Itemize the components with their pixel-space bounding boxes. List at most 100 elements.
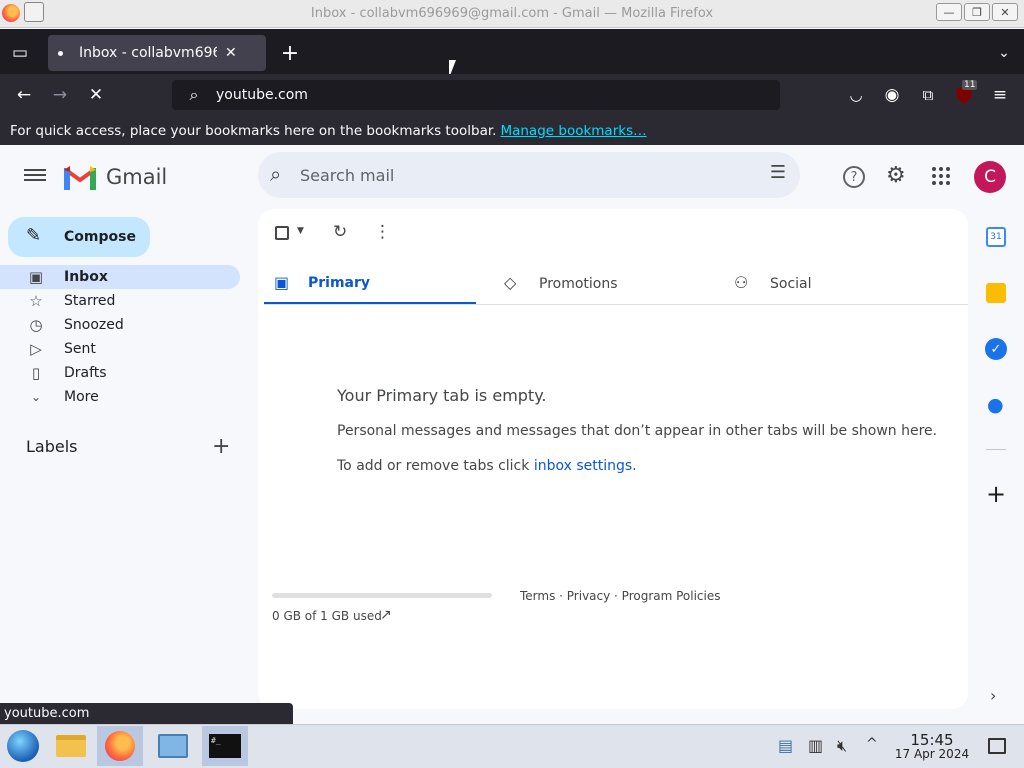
minimize-button[interactable]: — — [936, 3, 962, 21]
tasks-icon[interactable]: ✓ — [985, 338, 1007, 360]
clipboard-tray-icon[interactable]: ▤ — [778, 736, 793, 755]
tab-label: Primary — [308, 274, 371, 291]
sidebar-item-inbox[interactable]: ▣ Inbox — [0, 265, 240, 289]
terminal-icon[interactable]: #_ — [202, 726, 248, 766]
sidebar-item-label: Starred — [64, 293, 116, 309]
more-options-icon[interactable]: ⋮ — [374, 222, 391, 242]
sidebar-item-label: Snoozed — [64, 317, 124, 333]
sidebar-item-label: Inbox — [64, 269, 108, 285]
google-apps-icon[interactable] — [932, 167, 950, 185]
empty-hint-suffix: . — [632, 458, 637, 474]
tab-label: Promotions — [539, 276, 618, 292]
url-bar[interactable]: ⌕ youtube.com — [172, 80, 780, 110]
tab-primary[interactable]: ▣ Primary — [264, 263, 476, 305]
draft-icon: ▯ — [31, 364, 41, 382]
link-status-preview: youtube.com — [0, 703, 293, 724]
stop-loading-icon[interactable]: ✕ — [84, 83, 108, 107]
sidebar-item-starred[interactable]: ☆ Starred — [0, 289, 240, 313]
contacts-icon[interactable]: ● — [987, 394, 1004, 416]
browser-tab[interactable]: Inbox - collabvm696969@gmail.com ✕ — [48, 35, 266, 71]
battery-tray-icon[interactable]: ▥ — [808, 736, 823, 755]
window-titlebar: Inbox - collabvm696969@gmail.com - Gmail… — [0, 0, 1024, 28]
tab-loading-icon — [58, 50, 63, 56]
help-icon[interactable]: ? — [843, 166, 865, 188]
select-dropdown-icon[interactable]: ▼ — [297, 226, 304, 236]
calendar-icon[interactable]: 31 — [986, 227, 1006, 247]
inbox-icon: ▣ — [274, 273, 290, 292]
file-manager-icon[interactable] — [48, 726, 94, 766]
hamburger-menu-icon[interactable]: ≡ — [988, 83, 1012, 107]
refresh-icon[interactable]: ↻ — [333, 222, 347, 242]
send-icon: ▷ — [30, 340, 42, 358]
create-label-icon[interactable]: + — [212, 434, 230, 459]
tab-social[interactable]: ⚇ Social — [726, 263, 956, 305]
settings-gear-icon[interactable]: ⚙ — [886, 163, 906, 188]
search-mail-input[interactable]: ⌕ Search mail ☰ — [258, 152, 800, 198]
tab-promotions[interactable]: ◇ Promotions — [496, 263, 716, 305]
firefox-taskbar-icon[interactable] — [97, 726, 143, 766]
tag-icon: ◇ — [504, 273, 517, 292]
search-icon[interactable]: ⌕ — [270, 162, 281, 186]
get-addons-icon[interactable]: + — [986, 480, 1006, 508]
search-placeholder: Search mail — [300, 165, 395, 185]
sidebar-item-more[interactable]: ⌄ More — [0, 385, 240, 409]
url-text: youtube.com — [216, 87, 308, 103]
search-icon: ⌕ — [189, 85, 199, 104]
forward-icon[interactable]: → — [48, 83, 72, 107]
side-panel-divider — [986, 449, 1006, 450]
sidebar-item-sent[interactable]: ▷ Sent — [0, 337, 240, 361]
bookmarks-toolbar: For quick access, place your bookmarks h… — [0, 116, 1024, 145]
show-side-panel-icon[interactable]: › — [990, 686, 996, 705]
window-menu-icon[interactable] — [24, 2, 44, 22]
firefox-view-icon[interactable]: ▭ — [8, 41, 32, 65]
keep-icon[interactable] — [986, 283, 1006, 303]
tabs-divider — [264, 304, 968, 305]
manage-bookmarks-link[interactable]: Manage bookmarks… — [500, 123, 646, 139]
ublock-origin-icon[interactable]: 11 — [952, 80, 978, 107]
account-avatar[interactable]: C — [974, 161, 1006, 193]
show-hidden-icons-icon[interactable]: ^ — [866, 736, 878, 752]
labels-heading: Labels — [26, 437, 78, 456]
sidebar-item-label: Drafts — [64, 365, 107, 381]
main-menu-icon[interactable] — [24, 166, 46, 184]
extension-badge: 11 — [962, 80, 978, 90]
account-icon[interactable]: ◉ — [880, 83, 904, 107]
clock-date[interactable]: 17 Apr 2024 — [892, 747, 972, 761]
gmail-logo-text: Gmail — [106, 165, 168, 189]
open-external-icon[interactable]: ↗ — [380, 607, 392, 623]
bookmarks-hint: For quick access, place your bookmarks h… — [10, 122, 497, 139]
select-all-checkbox[interactable] — [275, 226, 289, 240]
start-menu-icon[interactable] — [0, 726, 46, 766]
sidebar-item-snoozed[interactable]: ◷ Snoozed — [0, 313, 240, 337]
compose-button[interactable]: ✎ Compose — [8, 217, 150, 257]
tab-close-icon[interactable]: ✕ — [225, 45, 237, 61]
sidebar-item-label: More — [64, 389, 99, 405]
tab-label: Inbox - collabvm696969@gmail.com — [79, 45, 217, 61]
gmail-logo-icon[interactable] — [64, 164, 96, 194]
storage-text: 0 GB of 1 GB used — [272, 609, 382, 623]
show-desktop-icon[interactable] — [988, 738, 1006, 754]
pocket-icon[interactable]: ◡ — [844, 83, 868, 107]
extensions-icon[interactable]: ⧉ — [916, 83, 940, 107]
window-title: Inbox - collabvm696969@gmail.com - Gmail… — [310, 6, 714, 21]
control-panel-icon[interactable] — [150, 726, 196, 766]
pencil-icon: ✎ — [26, 225, 42, 246]
volume-muted-icon[interactable]: 🔇︎ — [837, 736, 847, 756]
tab-label: Social — [770, 276, 812, 292]
list-all-tabs-icon[interactable]: ⌄ — [992, 41, 1016, 65]
inbox-settings-link[interactable]: inbox settings — [534, 458, 632, 474]
close-button[interactable]: ✕ — [992, 3, 1018, 21]
sidebar-item-drafts[interactable]: ▯ Drafts — [0, 361, 240, 385]
back-icon[interactable]: ← — [12, 83, 36, 107]
chevron-down-icon: ⌄ — [30, 390, 42, 404]
maximize-button[interactable]: ❐ — [964, 3, 990, 21]
sidebar-item-label: Sent — [64, 341, 96, 357]
empty-title: Your Primary tab is empty. — [337, 386, 547, 405]
empty-description: Personal messages and messages that don’… — [337, 423, 938, 439]
footer-links[interactable]: Terms · Privacy · Program Policies — [520, 589, 721, 603]
empty-hint: To add or remove tabs click inbox settin… — [337, 458, 637, 474]
inbox-icon: ▣ — [28, 268, 44, 286]
clock-icon: ◷ — [29, 316, 43, 334]
search-options-icon[interactable]: ☰ — [770, 162, 786, 183]
new-tab-icon[interactable]: + — [278, 41, 302, 66]
